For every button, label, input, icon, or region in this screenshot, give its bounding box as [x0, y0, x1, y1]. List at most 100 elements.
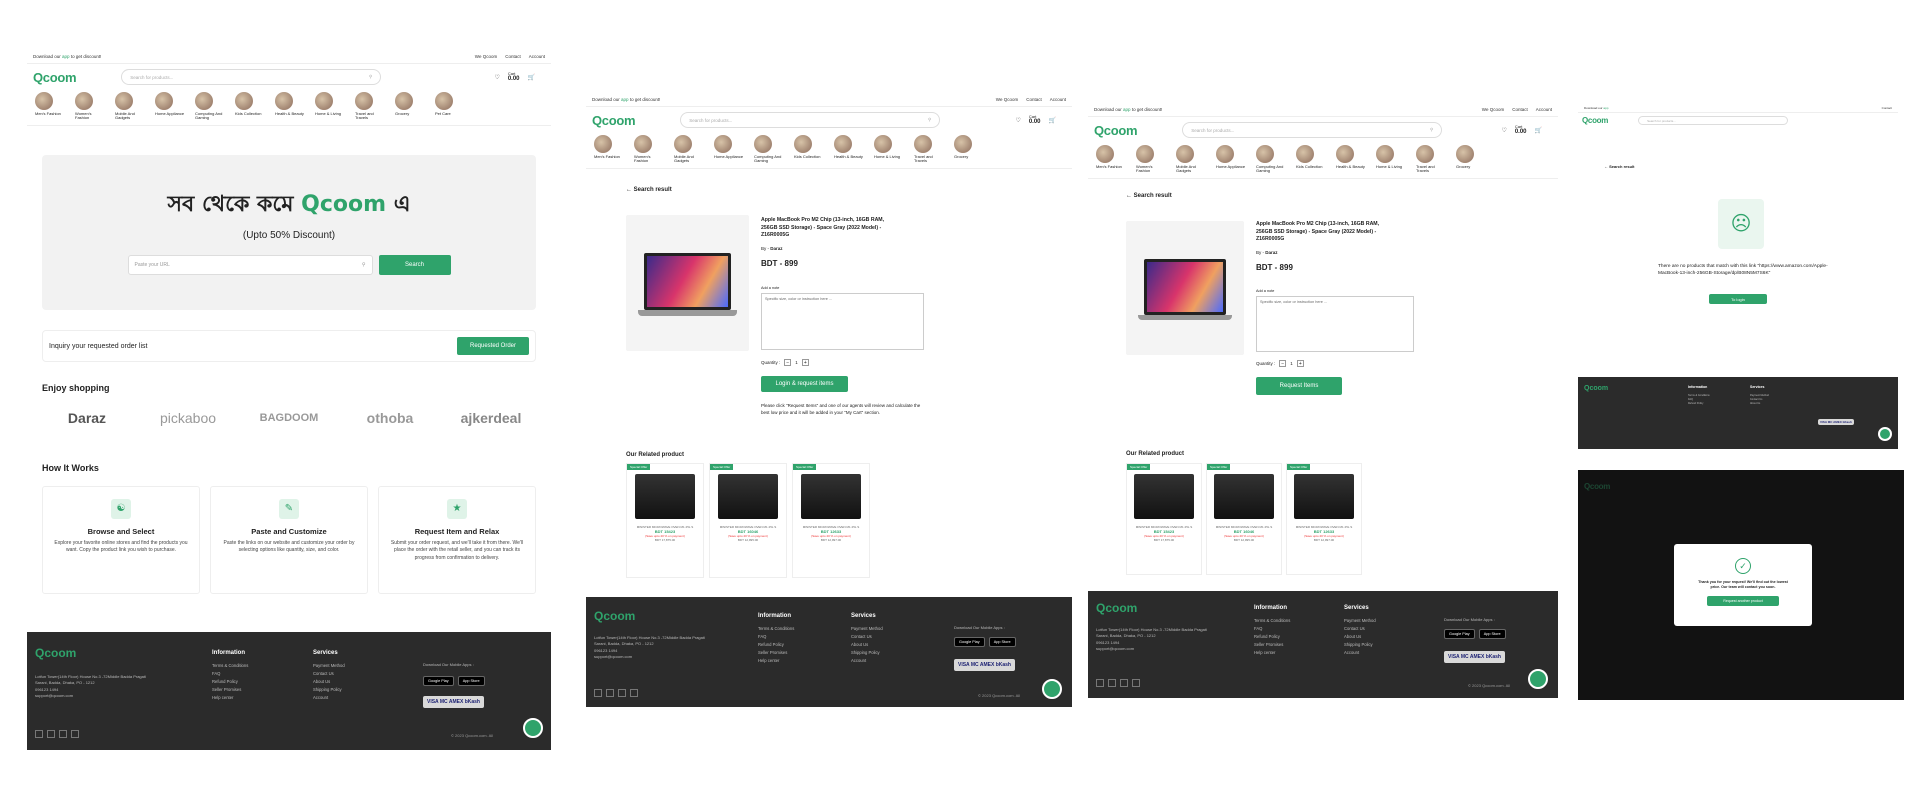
shop-othoba[interactable]: othoba: [345, 402, 435, 434]
back-link[interactable]: ← Search result: [626, 187, 672, 193]
related-card[interactable]: Special Offer MINISTER MICROWAVE OVEN M1 …: [1206, 463, 1282, 575]
link-contact[interactable]: Contact: [505, 54, 521, 59]
header: Qcoom Search for products... ⚲ ♡ Cart 0.00 🛒: [1094, 122, 1542, 138]
link-account[interactable]: Account: [529, 54, 545, 59]
download-label: Download Our Mobile Apps :: [423, 662, 474, 667]
hero-title: সব থেকে কমে Qcoom এ: [167, 192, 411, 217]
product-store: By - Daraz: [1256, 250, 1278, 255]
header: Qcoom Search for products... ⚲ ♡ Cart 0.00 🛒: [27, 64, 551, 90]
chat-badge[interactable]: [1042, 679, 1062, 699]
request-items-button[interactable]: Request Items: [1256, 377, 1342, 395]
note-label: Add a note: [1256, 289, 1275, 293]
footer: Qcoom Lotfun Tower(14th Floor) House No.…: [27, 632, 551, 750]
category-item[interactable]: Pet Care: [435, 92, 465, 121]
category-item[interactable]: Women's Fashion: [75, 92, 105, 121]
app-store-links: Google Play App Store: [423, 676, 485, 686]
category-image: [315, 92, 333, 110]
payment-methods: VISA MC AMEX bKash: [423, 696, 484, 708]
top-bar: Download our app to get discount! We Qcoo…: [586, 93, 1072, 107]
footer: Qcoom Information Terms & Conditions FAQ Re…: [1578, 377, 1898, 449]
plus-button[interactable]: +: [801, 359, 809, 366]
search-button[interactable]: Search: [378, 255, 451, 275]
edit-icon: ✎: [279, 499, 299, 519]
wishlist-icon[interactable]: ♡: [1501, 127, 1506, 134]
category-item[interactable]: Mobile And Gadgets: [115, 92, 145, 121]
related-title: Our Related product: [626, 452, 685, 458]
product-price: BDT - 899: [1256, 263, 1293, 272]
related-card[interactable]: Special Offer MINISTER MICROWAVE OVEN M1 …: [1126, 463, 1202, 575]
search-icon[interactable]: ⚲: [928, 117, 931, 123]
product-image: [1126, 221, 1244, 355]
requested-order-button[interactable]: Requested Order: [457, 337, 529, 355]
search-input[interactable]: Search for products... ⚲: [121, 69, 382, 85]
url-input[interactable]: Paste your URL ⚲: [127, 255, 373, 275]
chat-badge[interactable]: [1878, 427, 1892, 441]
app-store-button[interactable]: App Store: [457, 676, 485, 686]
how-card: ★ Request Item and Relax Submit your order…: [378, 486, 536, 594]
wishlist-icon[interactable]: ♡: [1015, 117, 1020, 124]
category-item[interactable]: Computing And Gaming: [195, 92, 225, 121]
category-item[interactable]: Health & Beauty: [275, 92, 305, 121]
hero-banner: সব থেকে কমে Qcoom এ (Upto 50% Discount) …: [42, 155, 536, 310]
shop-ajkerdeal[interactable]: ajkerdeal: [446, 402, 536, 434]
copyright: © 2023 Qcoom.com. All: [451, 733, 494, 738]
note-textarea[interactable]: Specific size, color or instruction here…: [761, 293, 924, 350]
related-card[interactable]: Special Offer MINISTER MICROWAVE OVEN M1 …: [626, 463, 704, 578]
request-another-button[interactable]: Request another product: [1707, 596, 1779, 607]
cart-summary[interactable]: Cart 0.00: [508, 72, 520, 83]
product-image: [626, 215, 749, 351]
related-card[interactable]: Special Offer MINISTER MICROWAVE OVEN M1 …: [1286, 463, 1362, 575]
search-input[interactable]: Search for products... ⚲: [680, 112, 941, 128]
shop-pickaboo[interactable]: pickaboo: [143, 402, 233, 434]
login-request-button[interactable]: Login & request items: [761, 376, 848, 392]
category-item[interactable]: Kids Collection: [235, 92, 265, 121]
youtube-icon[interactable]: [59, 730, 67, 738]
search-frame-guest: Download our app to get discount! We Qcoo…: [586, 93, 1072, 707]
shop-daraz[interactable]: Daraz: [42, 402, 132, 434]
product-price: BDT - 899: [761, 259, 798, 268]
social-links: [35, 730, 79, 738]
top-bar: Download our app to get discount! We Qco…: [27, 50, 551, 64]
back-link[interactable]: ← Search result: [1604, 164, 1634, 169]
footer-address: Lotfun Tower(14th Floor) House No.3 -72M…: [35, 674, 146, 699]
plus-button[interactable]: +: [1296, 360, 1304, 367]
minus-button[interactable]: −: [1279, 360, 1287, 367]
logo[interactable]: Qcoom: [33, 70, 77, 85]
category-item[interactable]: Home Appliance: [155, 92, 185, 121]
search-icon[interactable]: ⚲: [362, 262, 366, 268]
note-textarea[interactable]: Specific size, color or instruction here…: [1256, 296, 1414, 352]
cart-icon[interactable]: 🛒: [528, 74, 535, 81]
category-item[interactable]: Travel and Travels: [355, 92, 385, 121]
cart-icon[interactable]: 🛒: [1049, 117, 1056, 124]
footer-information: Information Terms & Conditions FAQ Refund P…: [212, 650, 249, 701]
chat-badge[interactable]: [523, 718, 543, 738]
category-item[interactable]: Grocery: [395, 92, 425, 121]
how-title: How It Works: [42, 463, 99, 473]
back-link[interactable]: ← Search result: [1126, 193, 1172, 199]
google-play-button[interactable]: Google Play: [423, 676, 454, 686]
category-item[interactable]: Home & Living: [315, 92, 345, 121]
category-image: [115, 92, 133, 110]
category-image: [155, 92, 173, 110]
search-input[interactable]: Search for products...: [1638, 116, 1789, 125]
related-card[interactable]: Special Offer MINISTER MICROWAVE OVEN M1 …: [709, 463, 787, 578]
footer-logo: Qcoom: [35, 646, 77, 660]
search-icon[interactable]: ⚲: [1430, 127, 1433, 133]
shop-bagdoom[interactable]: BAGDOOM: [244, 402, 334, 434]
chat-badge[interactable]: [1528, 669, 1548, 689]
category-bar: Men's Fashion Women's Fashion Mobile And G…: [1088, 143, 1558, 179]
category-item[interactable]: Men's Fashion: [35, 92, 65, 121]
category-image: [435, 92, 453, 110]
search-input[interactable]: Search for products... ⚲: [1182, 122, 1443, 138]
wishlist-icon[interactable]: ♡: [494, 74, 499, 81]
no-result-illustration: ☹: [1718, 199, 1764, 249]
link-we-qcoom[interactable]: We Qcoom: [475, 54, 497, 59]
facebook-icon[interactable]: [35, 730, 43, 738]
search-icon[interactable]: ⚲: [369, 74, 372, 80]
login-button[interactable]: To login: [1709, 294, 1767, 304]
related-card[interactable]: Special Offer MINISTER MICROWAVE OVEN M1 …: [792, 463, 870, 578]
instagram-icon[interactable]: [71, 730, 79, 738]
linkedin-icon[interactable]: [47, 730, 55, 738]
cart-icon[interactable]: 🛒: [1535, 127, 1542, 134]
minus-button[interactable]: −: [784, 359, 792, 366]
